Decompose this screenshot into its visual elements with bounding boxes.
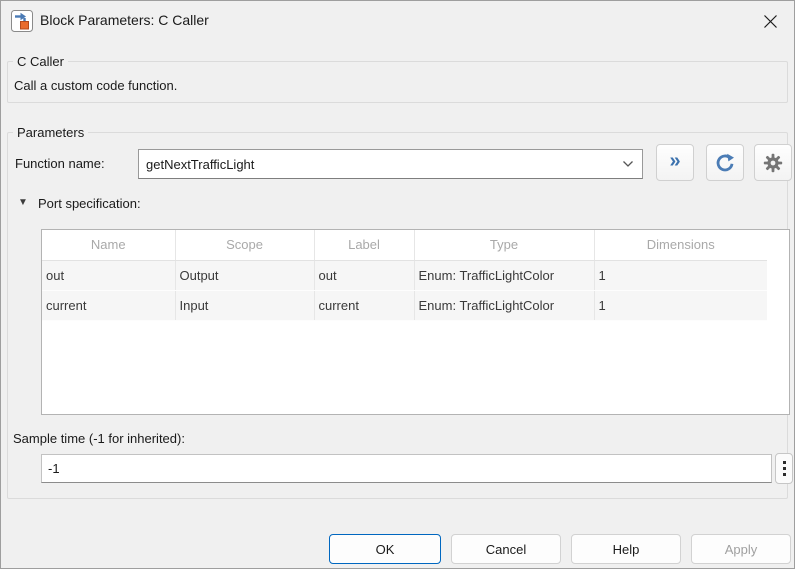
sample-time-input[interactable]: [41, 454, 772, 483]
block-description: Call a custom code function.: [14, 78, 177, 93]
apply-button[interactable]: Apply: [691, 534, 791, 564]
sample-time-label: Sample time (-1 for inherited):: [13, 431, 185, 446]
port-specification-label[interactable]: Port specification:: [38, 196, 141, 211]
cell-label[interactable]: out: [314, 260, 414, 290]
title-bar: Block Parameters: C Caller: [1, 1, 794, 41]
cell-dimensions[interactable]: 1: [594, 290, 767, 320]
cell-scope[interactable]: Input: [175, 290, 314, 320]
kebab-dot: [783, 467, 786, 470]
column-header-scope: Scope: [175, 230, 314, 260]
collapse-triangle-icon[interactable]: ▼: [18, 198, 28, 208]
function-name-label: Function name:: [15, 156, 105, 171]
gear-icon: [763, 153, 783, 173]
kebab-dot: [783, 461, 786, 464]
block-type-legend: C Caller: [13, 54, 68, 69]
port-specification-table: Name Scope Label Type Dimensions out Out…: [41, 229, 790, 415]
cell-label[interactable]: current: [314, 290, 414, 320]
column-header-dimensions: Dimensions: [594, 230, 767, 260]
column-header-type: Type: [414, 230, 594, 260]
settings-button[interactable]: [754, 144, 792, 181]
table-header-row: Name Scope Label Type Dimensions: [42, 230, 767, 260]
function-name-input[interactable]: [139, 150, 621, 178]
cancel-button[interactable]: Cancel: [451, 534, 561, 564]
close-button[interactable]: [754, 7, 786, 35]
cell-dimensions[interactable]: 1: [594, 260, 767, 290]
close-icon: [763, 14, 778, 29]
cell-type[interactable]: Enum: TrafficLightColor: [414, 260, 594, 290]
column-header-name: Name: [42, 230, 175, 260]
cell-name[interactable]: out: [42, 260, 175, 290]
sample-time-menu-button[interactable]: [775, 453, 793, 484]
window-title: Block Parameters: C Caller: [40, 12, 209, 28]
refresh-icon: [714, 152, 736, 174]
table-row[interactable]: current Input current Enum: TrafficLight…: [42, 290, 767, 320]
table-row[interactable]: out Output out Enum: TrafficLightColor 1: [42, 260, 767, 290]
kebab-dot: [783, 473, 786, 476]
help-button[interactable]: Help: [571, 534, 681, 564]
cell-name[interactable]: current: [42, 290, 175, 320]
function-name-combobox[interactable]: [138, 149, 643, 179]
parameters-legend: Parameters: [13, 125, 88, 140]
cell-type[interactable]: Enum: TrafficLightColor: [414, 290, 594, 320]
double-chevron-icon: »: [669, 151, 680, 171]
refresh-button[interactable]: [706, 144, 744, 181]
expand-editor-button[interactable]: »: [656, 144, 694, 181]
block-parameters-dialog: Block Parameters: C Caller C Caller Call…: [0, 0, 795, 569]
ok-button[interactable]: OK: [329, 534, 441, 564]
simulink-block-icon: [11, 10, 33, 32]
cell-scope[interactable]: Output: [175, 260, 314, 290]
chevron-down-icon[interactable]: [622, 160, 634, 168]
column-header-label: Label: [314, 230, 414, 260]
